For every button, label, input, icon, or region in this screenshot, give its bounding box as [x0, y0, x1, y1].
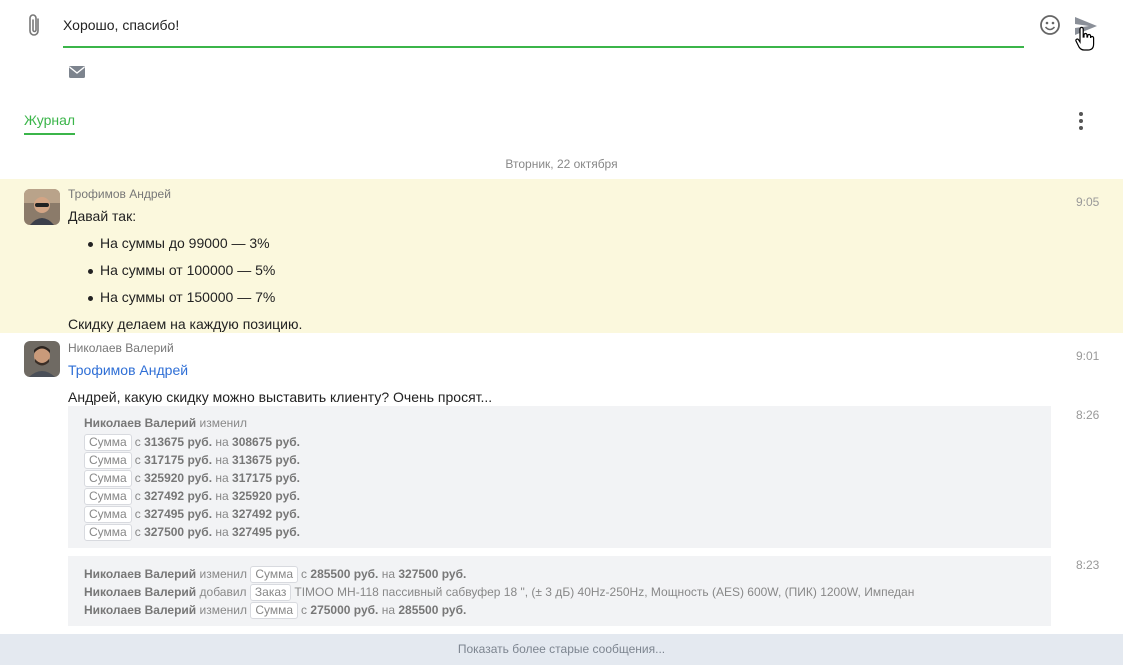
message-input[interactable]: [63, 14, 1024, 48]
list-item: На суммы от 100000 — 5%: [87, 262, 276, 278]
deal-chat-panel: Журнал Вторник, 22 октября Трофимов Андр…: [0, 0, 1123, 665]
history-author[interactable]: Николаев Валерий: [84, 416, 196, 430]
field-tag: Сумма: [250, 602, 299, 619]
mention-link[interactable]: Трофимов Андрей: [68, 362, 188, 378]
history-author[interactable]: Николаев Валерий: [84, 603, 196, 617]
message-text: Андрей, какую скидку можно выставить кли…: [68, 389, 493, 405]
history-row: Сумма с 313675 руб. на 308675 руб.: [84, 434, 300, 451]
history-block: Николаев Валерий изменил Сумма с 285500 р…: [68, 556, 1051, 626]
history-row: Сумма с 327500 руб. на 327495 руб.: [84, 524, 300, 541]
message-outro: Скидку делаем на каждую позицию.: [68, 316, 303, 332]
field-tag: Сумма: [84, 488, 132, 505]
history-row: Сумма с 327495 руб. на 327492 руб.: [84, 506, 300, 523]
list-item: На суммы от 150000 — 7%: [87, 289, 276, 305]
history-time: 8:26: [1076, 408, 1100, 422]
history-row: Сумма с 317175 руб. на 313675 руб.: [84, 452, 300, 469]
message-intro: Давай так:: [68, 208, 137, 224]
field-tag: Сумма: [84, 506, 132, 523]
message-time: 9:01: [1076, 349, 1100, 363]
message-highlighted: Трофимов Андрей Давай так: На суммы до 9…: [0, 179, 1123, 333]
history-header: Николаев Валерий изменил: [84, 416, 247, 430]
list-item: На суммы до 99000 — 3%: [88, 235, 270, 251]
paperclip-icon[interactable]: [24, 13, 46, 39]
field-tag: Сумма: [84, 434, 132, 451]
history-time: 8:23: [1076, 558, 1100, 572]
history-row: Николаев Валерий изменил Сумма с 285500 р…: [84, 566, 467, 583]
field-tag: Сумма: [250, 566, 299, 583]
show-older-messages-button[interactable]: Показать более старые сообщения...: [0, 634, 1123, 665]
history-author[interactable]: Николаев Валерий: [84, 585, 196, 599]
message-author[interactable]: Трофимов Андрей: [68, 187, 171, 201]
history-row: Николаев Валерий изменил Сумма с 275000 р…: [84, 602, 467, 619]
kebab-menu-icon[interactable]: [1072, 110, 1090, 132]
history-row: Сумма с 325920 руб. на 317175 руб.: [84, 470, 300, 487]
hand-cursor-icon: [1075, 26, 1095, 51]
envelope-icon[interactable]: [68, 65, 86, 79]
history-row: Сумма с 327492 руб. на 325920 руб.: [84, 488, 300, 505]
message-time: 9:05: [1076, 195, 1100, 209]
field-tag: Заказ: [249, 584, 292, 601]
date-separator: Вторник, 22 октября: [505, 157, 618, 171]
field-tag: Сумма: [84, 524, 132, 541]
avatar[interactable]: [24, 189, 60, 225]
message-author[interactable]: Николаев Валерий: [68, 341, 174, 355]
history-author[interactable]: Николаев Валерий: [84, 567, 196, 581]
history-action: изменил: [199, 416, 247, 430]
smiley-icon[interactable]: [1039, 14, 1061, 36]
order-item-detail: TIMOO MH-118 пассивный сабвуфер 18 ", (±…: [294, 585, 915, 599]
field-tag: Сумма: [84, 470, 132, 487]
avatar[interactable]: [24, 341, 60, 377]
history-row: Николаев Валерий добавил Заказ TIMOO MH-1…: [84, 584, 915, 601]
tab-journal[interactable]: Журнал: [24, 112, 76, 135]
field-tag: Сумма: [84, 452, 132, 469]
history-block: Николаев Валерий изменил Сумма с 313675 р…: [68, 406, 1051, 548]
